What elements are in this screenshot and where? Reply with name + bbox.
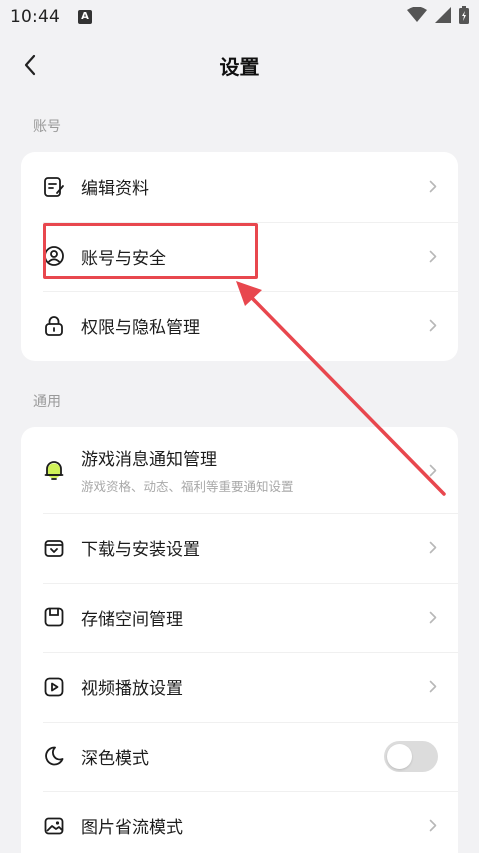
dark-mode-toggle[interactable] bbox=[384, 740, 438, 772]
user-shield-icon bbox=[43, 245, 65, 267]
section-label-general: 通用 bbox=[33, 394, 61, 410]
settings-item-game-notifications[interactable]: 游戏消息通知管理 游戏资格、动态、福利等重要通知设置 bbox=[21, 427, 458, 513]
image-icon bbox=[43, 815, 65, 837]
chevron-right-icon bbox=[428, 180, 438, 194]
settings-item-privacy[interactable]: 权限与隐私管理 bbox=[21, 291, 458, 361]
settings-item-account-security[interactable]: 账号与安全 bbox=[21, 221, 458, 292]
chevron-right-icon bbox=[428, 463, 438, 477]
lock-icon bbox=[43, 315, 65, 337]
settings-item-video-playback[interactable]: 视频播放设置 bbox=[21, 652, 458, 722]
account-card: 编辑资料 账号与安全 权限与隐私管理 bbox=[21, 152, 458, 361]
wifi-icon bbox=[407, 6, 427, 27]
settings-item-edit-profile[interactable]: 编辑资料 bbox=[21, 152, 458, 222]
notification-badge: A bbox=[78, 10, 92, 24]
chevron-right-icon bbox=[428, 541, 438, 555]
signal-icon bbox=[435, 7, 451, 27]
settings-item-label: 账号与安全 bbox=[81, 248, 166, 269]
general-card: 游戏消息通知管理 游戏资格、动态、福利等重要通知设置 下载与安装设置 存储空间管… bbox=[21, 427, 458, 853]
back-button[interactable] bbox=[14, 49, 46, 81]
settings-item-label: 下载与安装设置 bbox=[81, 540, 200, 561]
settings-item-label: 视频播放设置 bbox=[81, 679, 183, 700]
page-header: 设置 bbox=[0, 34, 479, 96]
settings-item-label: 游戏消息通知管理 bbox=[81, 450, 217, 470]
settings-item-label: 深色模式 bbox=[81, 748, 149, 769]
play-icon bbox=[43, 676, 65, 698]
settings-item-label: 权限与隐私管理 bbox=[81, 318, 200, 339]
chevron-right-icon bbox=[428, 610, 438, 624]
page-title: 设置 bbox=[219, 54, 260, 79]
section-label-account: 账号 bbox=[33, 119, 61, 135]
settings-item-label: 编辑资料 bbox=[81, 179, 149, 200]
status-time: 10:44 bbox=[10, 7, 60, 27]
battery-icon bbox=[459, 6, 469, 28]
settings-item-image-data-saver[interactable]: 图片省流模式 bbox=[21, 791, 458, 853]
chevron-right-icon bbox=[428, 249, 438, 263]
settings-item-dark-mode: 深色模式 bbox=[21, 721, 458, 792]
settings-item-storage[interactable]: 存储空间管理 bbox=[21, 582, 458, 653]
settings-item-label: 存储空间管理 bbox=[81, 609, 183, 630]
moon-icon bbox=[43, 745, 65, 767]
chevron-right-icon bbox=[428, 680, 438, 694]
download-box-icon bbox=[43, 537, 65, 559]
settings-item-download-install[interactable]: 下载与安装设置 bbox=[21, 513, 458, 583]
settings-item-label: 图片省流模式 bbox=[81, 818, 183, 839]
bell-icon bbox=[43, 459, 65, 481]
chevron-right-icon bbox=[428, 319, 438, 333]
chevron-right-icon bbox=[428, 819, 438, 833]
storage-icon bbox=[43, 606, 65, 628]
edit-profile-icon bbox=[43, 176, 65, 198]
status-icons bbox=[407, 6, 469, 28]
chevron-left-icon bbox=[24, 54, 36, 76]
status-bar: 10:44 A bbox=[0, 0, 479, 34]
settings-item-subtitle: 游戏资格、动态、福利等重要通知设置 bbox=[81, 479, 294, 494]
toggle-knob bbox=[387, 743, 412, 769]
